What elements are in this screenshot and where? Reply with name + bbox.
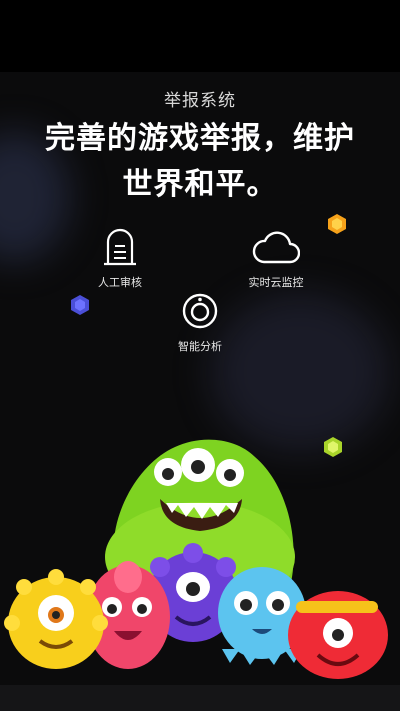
feature-smart-analysis: 智能分析 — [140, 290, 260, 354]
orange-gem-icon — [328, 214, 346, 234]
page-headline: 完善的游戏举报，维护 世界和平。 — [0, 116, 400, 208]
page-subtitle: 举报系统 — [164, 91, 236, 111]
cloud-icon — [252, 231, 300, 264]
feature-label: 智能分析 — [178, 340, 222, 353]
tombstone-icon — [104, 228, 136, 266]
red-monster-icon — [288, 591, 388, 679]
status-bar — [0, 0, 400, 72]
feature-label: 实时云监控 — [248, 276, 304, 289]
feature-label: 人工审核 — [98, 276, 142, 289]
app-screen: 举报系统 完善的游戏举报，维护 世界和平。 人工审核 实时云监控 智能分析 — [0, 0, 400, 711]
speaker-icon — [182, 293, 218, 329]
feature-manual-review: 人工审核 — [60, 226, 180, 290]
yellow-monster-icon — [4, 569, 108, 669]
headline-line-1: 完善的游戏举报，维护 — [45, 121, 355, 156]
monsters-illustration — [0, 439, 400, 711]
intro-page: 举报系统 完善的游戏举报，维护 世界和平。 人工审核 实时云监控 智能分析 — [0, 72, 400, 711]
headline-line-2: 世界和平。 — [122, 167, 278, 202]
feature-cloud-monitoring: 实时云监控 — [216, 226, 336, 290]
blue-gem-icon — [71, 295, 89, 315]
